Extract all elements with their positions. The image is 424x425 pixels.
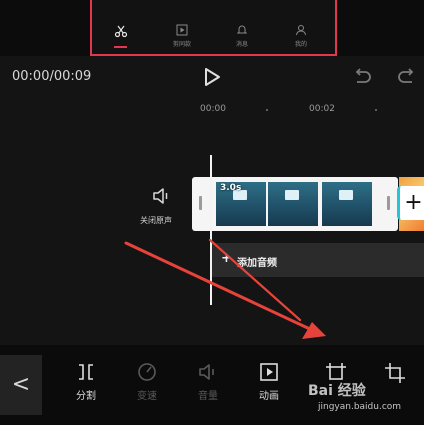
annotation-arrows [124, 238, 326, 339]
watermark-logo: Bai 经验 [308, 383, 366, 399]
watermark-url: jingyan.baidu.com [318, 402, 402, 412]
